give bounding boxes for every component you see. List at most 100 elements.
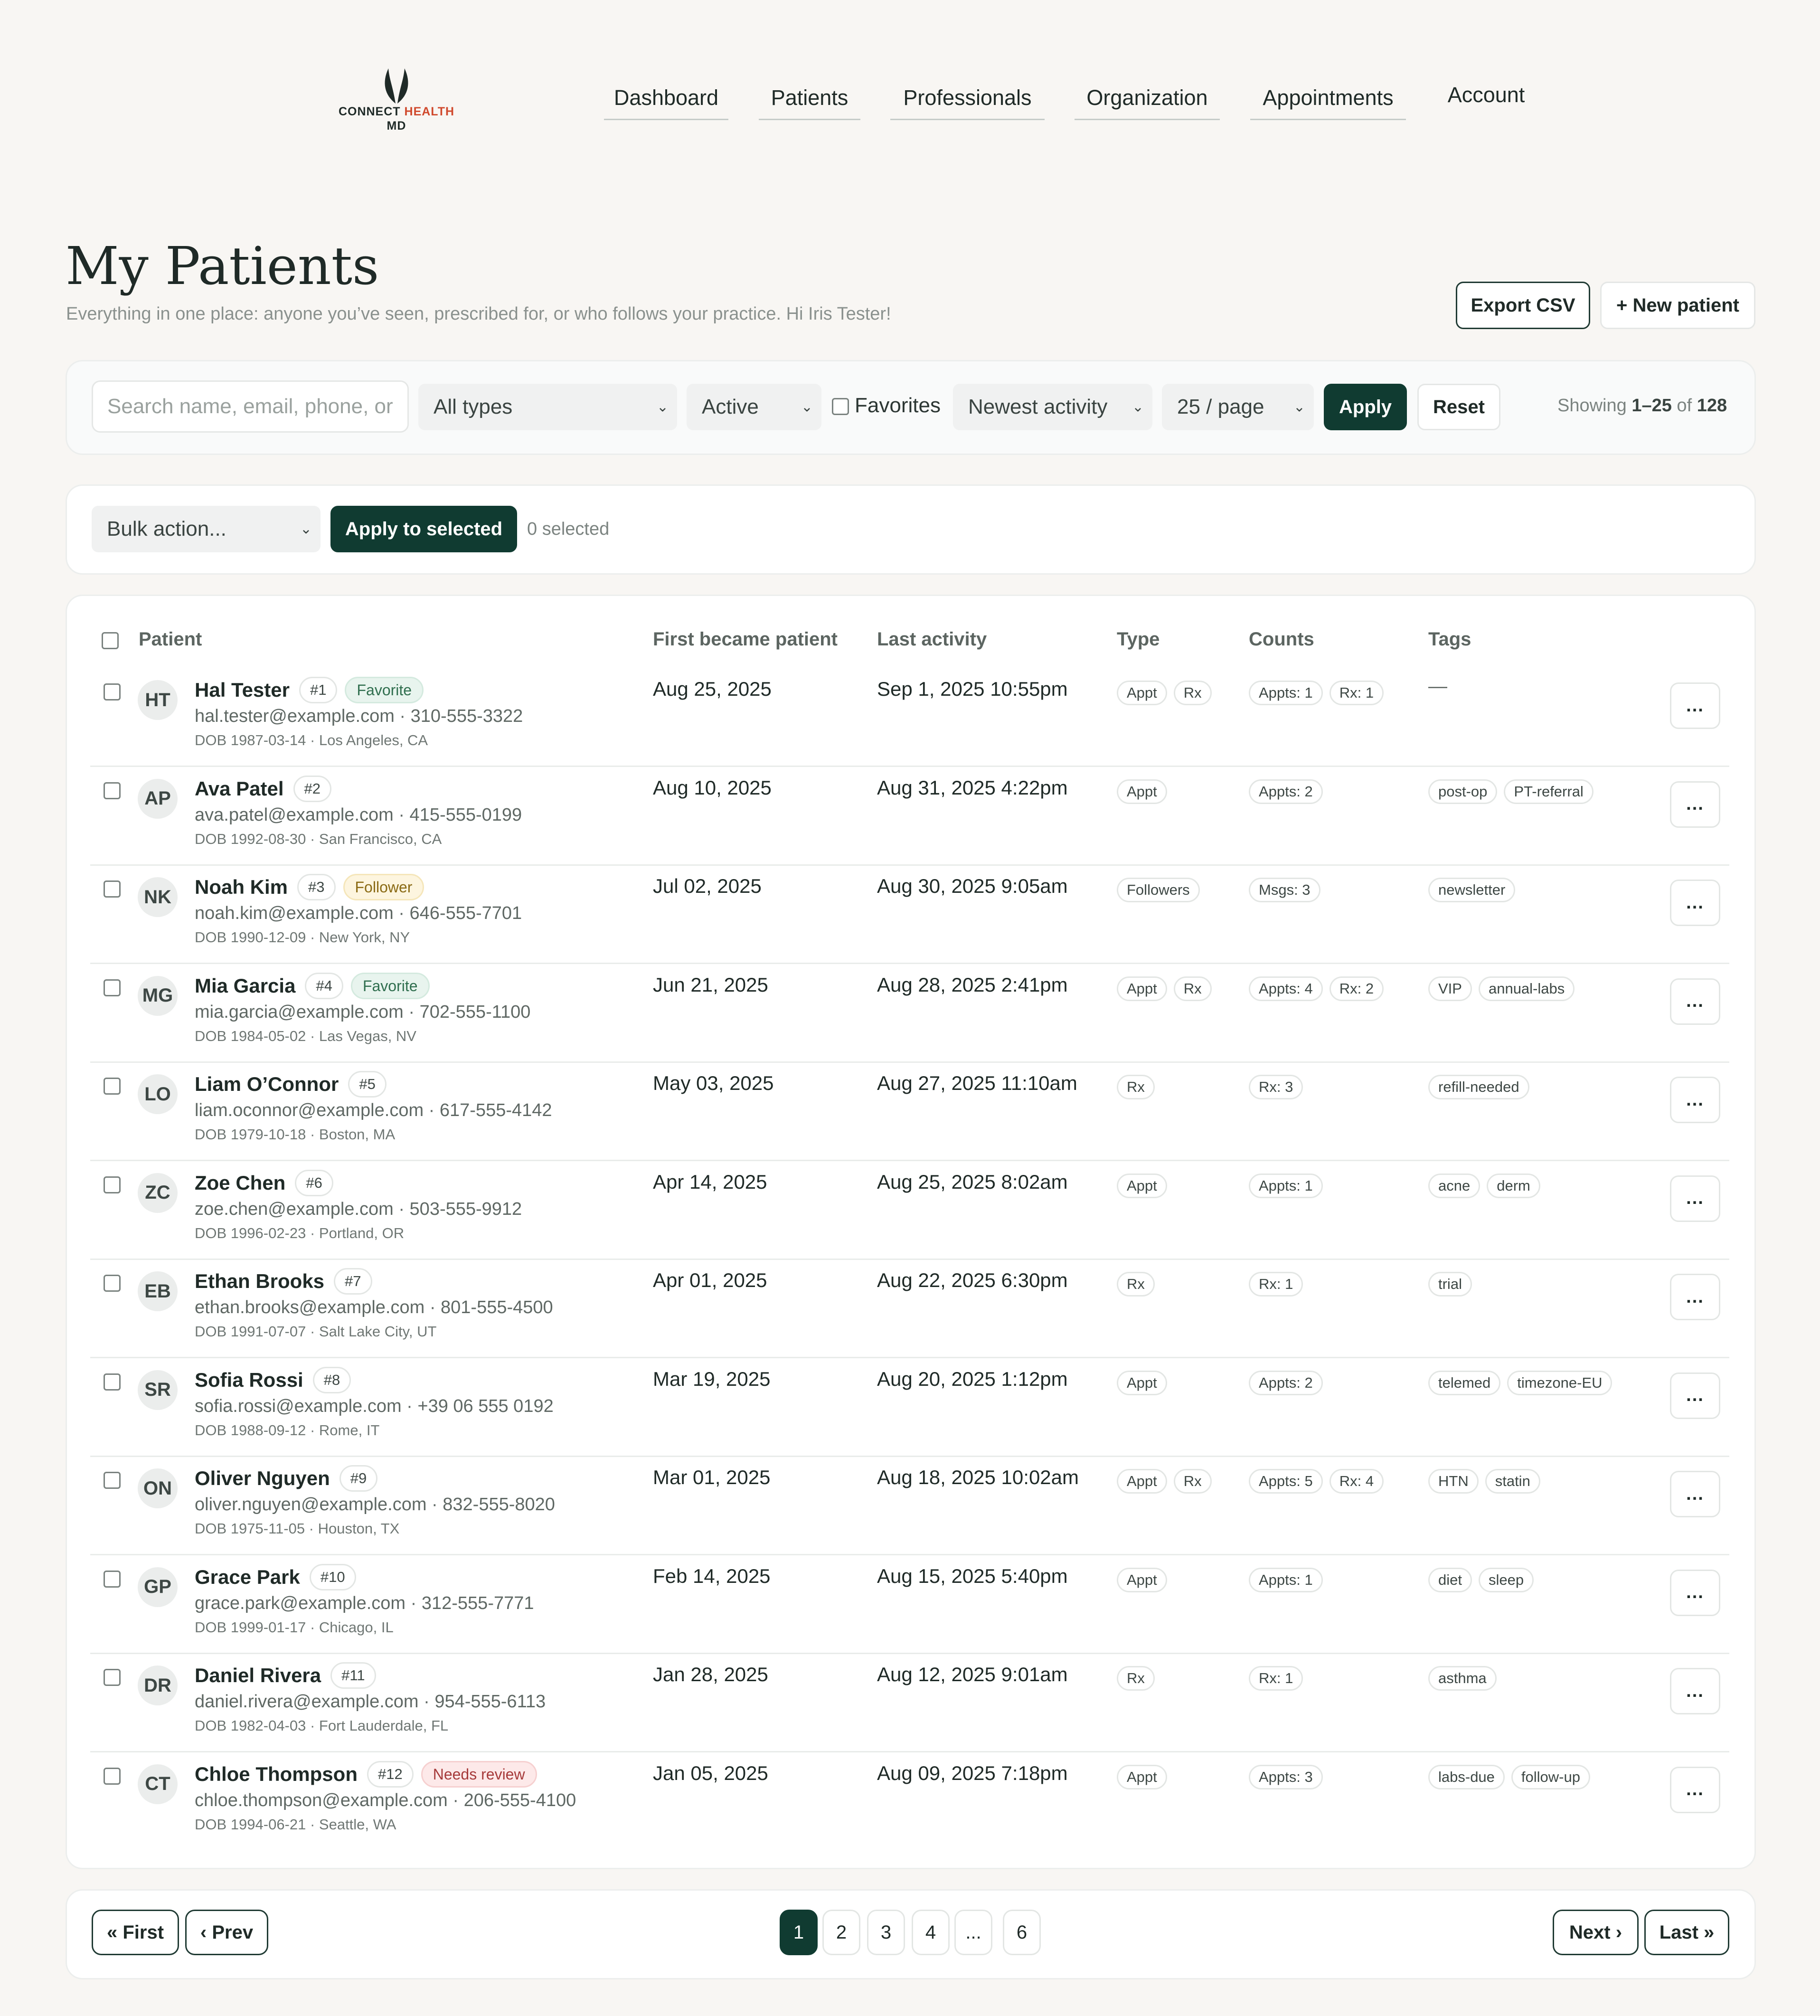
nav-dashboard[interactable]: Dashboard [604,85,728,120]
nav-patients[interactable]: Patients [759,85,860,120]
tag-chip: PT-referral [1504,779,1594,804]
patient-name[interactable]: Zoe Chen [195,1172,285,1194]
patient-number-badge: #2 [293,775,332,802]
prev-page-button[interactable]: ‹ Prev [185,1910,268,1955]
header-last-activity[interactable]: Last activity [877,629,987,650]
count-chip: Appts: 4 [1249,976,1323,1001]
row-actions-button[interactable]: ... [1670,682,1720,729]
results-count: Showing 1–25 of 128 [1557,396,1727,416]
patient-name[interactable]: Mia Garcia [195,975,295,997]
header-first-became-patient[interactable]: First became patient [653,629,838,650]
favorites-checkbox[interactable] [832,398,849,415]
patient-name[interactable]: Sofia Rossi [195,1369,303,1391]
search-input[interactable]: Search name, email, phone, or [92,380,409,433]
row-actions-button[interactable]: ... [1670,1668,1720,1714]
patient-name[interactable]: Daniel Rivera [195,1664,321,1687]
per-page-select[interactable]: 25 / page ⌄ [1162,384,1314,430]
type-chip: Appt [1117,681,1167,705]
status-badge: Favorite [350,972,430,999]
tag-chips: labs-due follow-up [1428,1764,1597,1789]
new-patient-button[interactable]: + New patient [1600,282,1755,329]
last-page-button[interactable]: Last » [1644,1910,1729,1955]
patient-name[interactable]: Ethan Brooks [195,1270,324,1293]
row-checkbox[interactable] [104,1176,121,1193]
nav-organization[interactable]: Organization [1075,85,1220,120]
page-button[interactable]: 4 [912,1910,950,1955]
brand-logo[interactable]: CONNECT HEALTH MD [337,66,456,133]
patient-name-line: Noah Kim #3 Follower [195,874,424,900]
status-select[interactable]: Active ⌄ [687,384,821,430]
select-all-checkbox[interactable] [102,632,119,649]
patient-dob-location: DOB 1996-02-23 · Portland, OR [195,1224,405,1241]
patient-contact: chloe.thompson@example.com · 206-555-410… [195,1790,576,1810]
bulk-action-select[interactable]: Bulk action... ⌄ [92,506,321,552]
header-type[interactable]: Type [1117,629,1160,650]
avatar: MG [138,975,178,1016]
row-actions-button[interactable]: ... [1670,978,1720,1025]
patient-name-line: Ava Patel #2 [195,775,332,802]
row-checkbox[interactable] [104,1767,121,1785]
next-page-button[interactable]: Next › [1553,1910,1639,1955]
row-checkbox[interactable] [104,1373,121,1391]
patient-name[interactable]: Hal Tester [195,679,290,701]
tag-chips: diet sleep [1428,1567,1540,1592]
row-actions-button[interactable]: ... [1670,1569,1720,1616]
patient-name[interactable]: Liam O’Connor [195,1073,339,1096]
header-patient[interactable]: Patient [139,629,202,650]
row-checkbox[interactable] [104,1472,121,1489]
row-actions-button[interactable]: ... [1670,1077,1720,1123]
row-actions-button[interactable]: ... [1670,1471,1720,1517]
count-chip: Rx: 1 [1329,681,1384,705]
tag-chip: HTN [1428,1469,1479,1494]
nav-professionals[interactable]: Professionals [890,85,1045,120]
page-button[interactable]: 6 [1003,1910,1041,1955]
row-actions-button[interactable]: ... [1670,1175,1720,1222]
patient-name[interactable]: Noah Kim [195,876,288,899]
reset-button[interactable]: Reset [1417,384,1500,430]
type-chip: Rx [1117,1272,1155,1297]
patient-name[interactable]: Ava Patel [195,777,284,800]
row-checkbox[interactable] [104,782,121,799]
page-title: My Patients [66,236,379,296]
row-checkbox[interactable] [104,683,121,700]
type-chip: Appt [1117,1469,1167,1494]
header-tags[interactable]: Tags [1428,629,1471,650]
nav-appointments[interactable]: Appointments [1250,85,1406,120]
type-select[interactable]: All types ⌄ [418,384,677,430]
page-button[interactable]: 2 [822,1910,860,1955]
row-actions-button[interactable]: ... [1670,781,1720,828]
tag-chips: post-op PT-referral [1428,779,1600,804]
brand-name: CONNECT HEALTH MD [338,105,455,133]
patient-dob-location: DOB 1979-10-18 · Boston, MA [195,1126,396,1143]
first-page-button[interactable]: « First [92,1910,179,1955]
patient-name[interactable]: Oliver Nguyen [195,1467,330,1490]
header-counts[interactable]: Counts [1249,629,1314,650]
row-checkbox[interactable] [104,979,121,996]
last-activity: Aug 31, 2025 4:22pm [877,776,1068,799]
row-checkbox[interactable] [104,1078,121,1095]
patient-name[interactable]: Chloe Thompson [195,1763,358,1786]
count-chip: Appts: 1 [1249,1173,1323,1198]
last-activity: Sep 1, 2025 10:55pm [877,678,1068,700]
type-chip: Appt [1117,1567,1167,1592]
export-csv-button[interactable]: Export CSV [1456,282,1590,329]
apply-button[interactable]: Apply [1324,384,1407,430]
row-checkbox[interactable] [104,1275,121,1292]
row-actions-button[interactable]: ... [1670,1274,1720,1320]
type-chips: Appt [1117,1764,1174,1789]
row-checkbox[interactable] [104,1570,121,1588]
table-row: MG Mia Garcia #4 Favorite mia.garcia@example… [90,963,1729,1063]
type-chips: Rx [1117,1075,1161,1099]
row-checkbox[interactable] [104,1669,121,1686]
page-button[interactable]: 3 [867,1910,905,1955]
status-badge: Needs review [421,1760,537,1788]
patient-name[interactable]: Grace Park [195,1566,300,1589]
row-actions-button[interactable]: ... [1670,1766,1720,1813]
sort-select[interactable]: Newest activity ⌄ [953,384,1152,430]
row-actions-button[interactable]: ... [1670,880,1720,926]
nav-account[interactable]: Account [1439,83,1534,116]
row-actions-button[interactable]: ... [1670,1372,1720,1419]
row-checkbox[interactable] [104,880,121,898]
apply-to-selected-button[interactable]: Apply to selected [330,506,517,552]
page-button[interactable]: 1 [780,1910,818,1955]
